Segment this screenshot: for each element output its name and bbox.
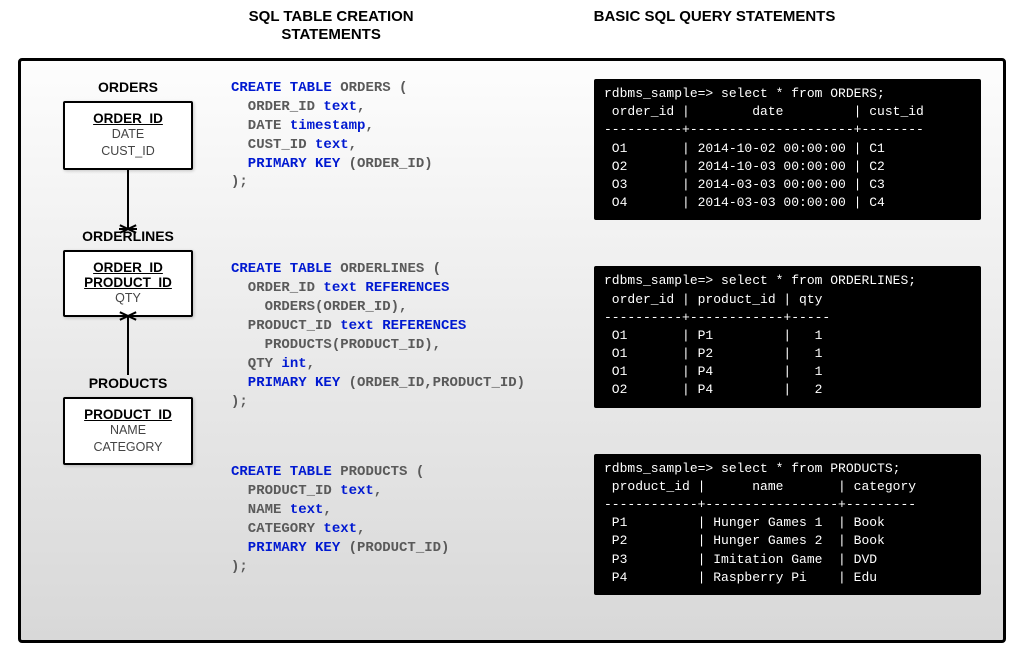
query-terminal-column: rdbms_sample=> select * from ORDERS; ord… <box>594 79 981 618</box>
diagram-frame: ORDERS ORDER_ID DATE CUST_ID ORDERLINES … <box>18 58 1006 643</box>
terminal-products: rdbms_sample=> select * from PRODUCTS; p… <box>594 454 981 595</box>
pk-products: PRODUCT_ID <box>71 407 185 422</box>
sql-create-products: CREATE TABLE PRODUCTS ( PRODUCT_ID text,… <box>231 463 576 576</box>
attr-products-1: CATEGORY <box>71 439 185 456</box>
attr-orders-0: DATE <box>71 126 185 143</box>
sql-creation-column: CREATE TABLE ORDERS ( ORDER_ID text, DAT… <box>231 79 576 618</box>
attr-orderlines-0: QTY <box>71 290 185 307</box>
connector-orderlines-products <box>127 317 129 375</box>
entity-box-orders: ORDER_ID DATE CUST_ID <box>63 101 193 170</box>
column-headers: SQL TABLE CREATION STATEMENTS BASIC SQL … <box>0 0 1024 48</box>
terminal-orderlines: rdbms_sample=> select * from ORDERLINES;… <box>594 266 981 407</box>
header-sql-queries: BASIC SQL QUERY STATEMENTS <box>594 8 836 44</box>
attr-products-0: NAME <box>71 422 185 439</box>
entity-orders: ORDERS ORDER_ID DATE CUST_ID <box>43 79 213 170</box>
terminal-orders: rdbms_sample=> select * from ORDERS; ord… <box>594 79 981 220</box>
attr-orders-1: CUST_ID <box>71 143 185 160</box>
header-sql-creation: SQL TABLE CREATION STATEMENTS <box>249 8 414 44</box>
er-diagram-column: ORDERS ORDER_ID DATE CUST_ID ORDERLINES … <box>43 79 213 618</box>
entity-label-orders: ORDERS <box>98 79 158 95</box>
pk-orders: ORDER_ID <box>71 111 185 126</box>
sql-create-orderlines: CREATE TABLE ORDERLINES ( ORDER_ID text … <box>231 260 576 411</box>
connector-orders-orderlines <box>127 170 129 228</box>
sql-create-orders: CREATE TABLE ORDERS ( ORDER_ID text, DAT… <box>231 79 576 192</box>
entity-label-products: PRODUCTS <box>89 375 168 391</box>
pk-orderlines: ORDER_ID PRODUCT_ID <box>71 260 185 290</box>
entity-box-orderlines: ORDER_ID PRODUCT_ID QTY <box>63 250 193 317</box>
entity-products: PRODUCTS PRODUCT_ID NAME CATEGORY <box>43 375 213 466</box>
entity-box-products: PRODUCT_ID NAME CATEGORY <box>63 397 193 466</box>
entity-orderlines: ORDERLINES ORDER_ID PRODUCT_ID QTY <box>43 228 213 317</box>
